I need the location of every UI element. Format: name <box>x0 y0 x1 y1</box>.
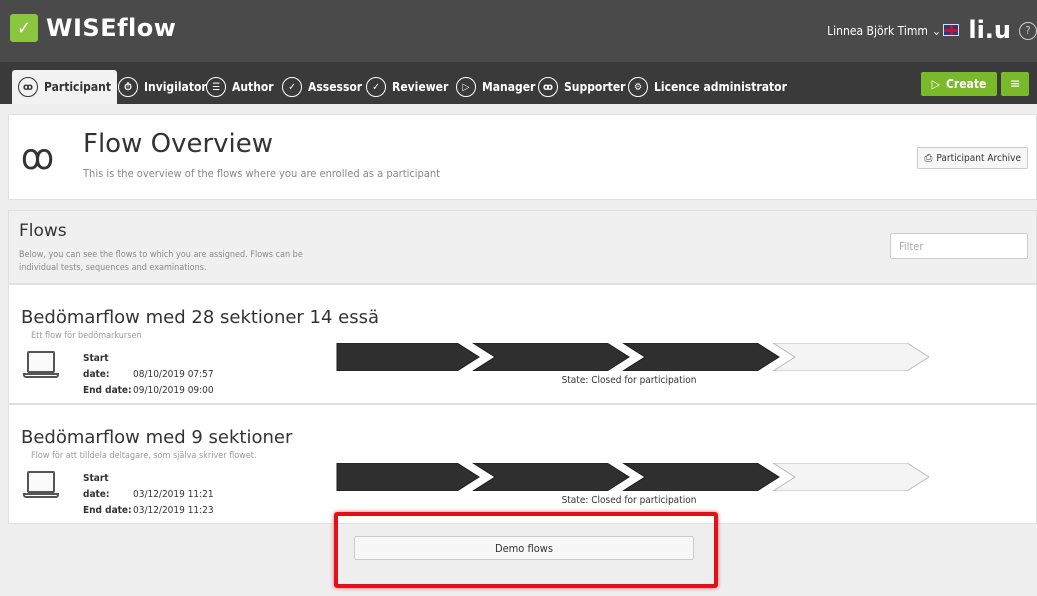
tab-label: Invigilator <box>144 80 207 94</box>
participant-archive-button[interactable]: ⎙ Participant Archive <box>917 147 1028 169</box>
app-name: WISEflow <box>46 14 177 42</box>
tab-participant[interactable]: ꝏ Participant <box>12 70 118 104</box>
flow-state: State: Closed for participation <box>561 495 697 506</box>
tab-label: Participant <box>44 80 112 94</box>
start-date-label: Start date: <box>83 353 110 380</box>
user-menu[interactable]: Linnea Björk Timm ⌄ <box>827 24 941 38</box>
flow-description: Ett flow för bedömarkursen <box>31 331 142 341</box>
wiseflow-logo[interactable]: ✓ WISEflow <box>10 14 176 42</box>
hamburger-menu-icon[interactable]: ≡ <box>1001 72 1029 96</box>
stage-chevron-completed <box>622 463 780 491</box>
tab-label: Assessor <box>308 80 363 94</box>
gear-icon: ⚙ <box>628 77 648 97</box>
flow-state: State: Closed for participation <box>561 375 697 386</box>
filter-input[interactable]: Filter <box>890 233 1028 259</box>
stage-chevron-completed <box>472 463 630 491</box>
stage-chevron-pending <box>772 463 929 491</box>
archive-icon: ⎙ <box>924 152 933 164</box>
highlight-annotation-box <box>334 512 718 588</box>
flow-description: Flow för att tilldela deltagare, som sjä… <box>31 451 257 461</box>
laptop-icon <box>23 351 59 381</box>
tab-label: Reviewer <box>392 80 449 94</box>
end-date-label: End date: <box>83 505 132 516</box>
laptop-icon <box>23 471 59 501</box>
stage-chevron-pending <box>772 343 929 371</box>
tab-supporter[interactable]: ꝏ Supporter <box>532 70 631 104</box>
flow-item[interactable]: Bedömarflow med 9 sektioner Flow för att… <box>8 404 1037 524</box>
archive-label: Participant Archive <box>936 152 1021 164</box>
group-icon: ꝏ <box>538 77 558 97</box>
flow-overview-header: ꝏ Flow Overview This is the overview of … <box>8 114 1037 200</box>
end-date: 09/10/2019 09:00 <box>133 385 214 396</box>
tab-licence-administrator[interactable]: ⚙ Licence administrator <box>622 70 793 104</box>
help-icon[interactable]: ? <box>1019 22 1037 40</box>
user-name: Linnea Björk Timm <box>827 24 928 38</box>
flows-description: Below, you can see the flows to which yo… <box>19 250 303 273</box>
flow-dates: Start date: 03/12/2019 11:21 End date:03/… <box>83 471 214 519</box>
start-date: 03/12/2019 11:21 <box>133 489 214 500</box>
page-title: Flow Overview <box>83 129 274 159</box>
tab-invigilator[interactable]: ⏱ Invigilator <box>112 70 213 104</box>
tab-manager[interactable]: ▷ Manager <box>450 70 541 104</box>
stage-chevron-completed <box>336 343 480 371</box>
top-bar: ✓ WISEflow Linnea Björk Timm ⌄ li.u ? <box>0 0 1037 62</box>
tab-label: Supporter <box>564 80 626 94</box>
check-bubble-icon: ✓ <box>282 77 302 97</box>
create-flow-icon: ▷ <box>931 77 940 91</box>
stage-chevron-completed <box>472 343 630 371</box>
end-date: 03/12/2019 11:23 <box>133 505 214 516</box>
stopwatch-icon: ⏱ <box>118 77 138 97</box>
flow-item[interactable]: Bedömarflow med 28 sektioner 14 essä Ett… <box>8 284 1037 404</box>
tab-label: Licence administrator <box>654 80 787 94</box>
chevron-down-icon: ⌄ <box>931 24 941 38</box>
flow-name[interactable]: Bedömarflow med 9 sektioner <box>21 427 292 448</box>
page-subtitle: This is the overview of the flows where … <box>83 167 441 180</box>
flow-progress-chevrons <box>336 463 929 491</box>
checklist-icon: ☰ <box>206 77 226 97</box>
role-navigation: ꝏ Participant ⏱ Invigilator ☰ Author ✓ A… <box>0 62 1037 104</box>
create-label: Create <box>945 77 987 91</box>
university-logo: li.u <box>968 16 1011 44</box>
tab-label: Manager <box>482 80 536 94</box>
wiseflow-logo-icon: ✓ <box>10 14 38 42</box>
flow-dates: Start date: 08/10/2019 07:57 End date:09/… <box>83 351 214 399</box>
tab-assessor[interactable]: ✓ Assessor <box>276 70 368 104</box>
flows-section-header: Flows Below, you can see the flows to wh… <box>8 210 1037 284</box>
participant-large-icon: ꝏ <box>21 137 54 178</box>
review-bubbles-icon: ✓ <box>366 77 386 97</box>
flow-name[interactable]: Bedömarflow med 28 sektioner 14 essä <box>21 307 379 328</box>
tab-author[interactable]: ☰ Author <box>200 70 280 104</box>
flow-icon: ▷ <box>456 77 476 97</box>
start-date-label: Start date: <box>83 473 110 500</box>
flow-progress-chevrons <box>336 343 929 371</box>
flows-title: Flows <box>19 221 67 241</box>
uk-flag-icon[interactable] <box>943 24 959 36</box>
stage-chevron-completed <box>622 343 780 371</box>
tab-reviewer[interactable]: ✓ Reviewer <box>360 70 454 104</box>
end-date-label: End date: <box>83 385 132 396</box>
create-button[interactable]: ▷ Create <box>921 72 997 96</box>
participant-icon: ꝏ <box>18 77 38 97</box>
stage-chevron-completed <box>336 463 480 491</box>
start-date: 08/10/2019 07:57 <box>133 369 214 380</box>
tab-label: Author <box>232 80 274 94</box>
